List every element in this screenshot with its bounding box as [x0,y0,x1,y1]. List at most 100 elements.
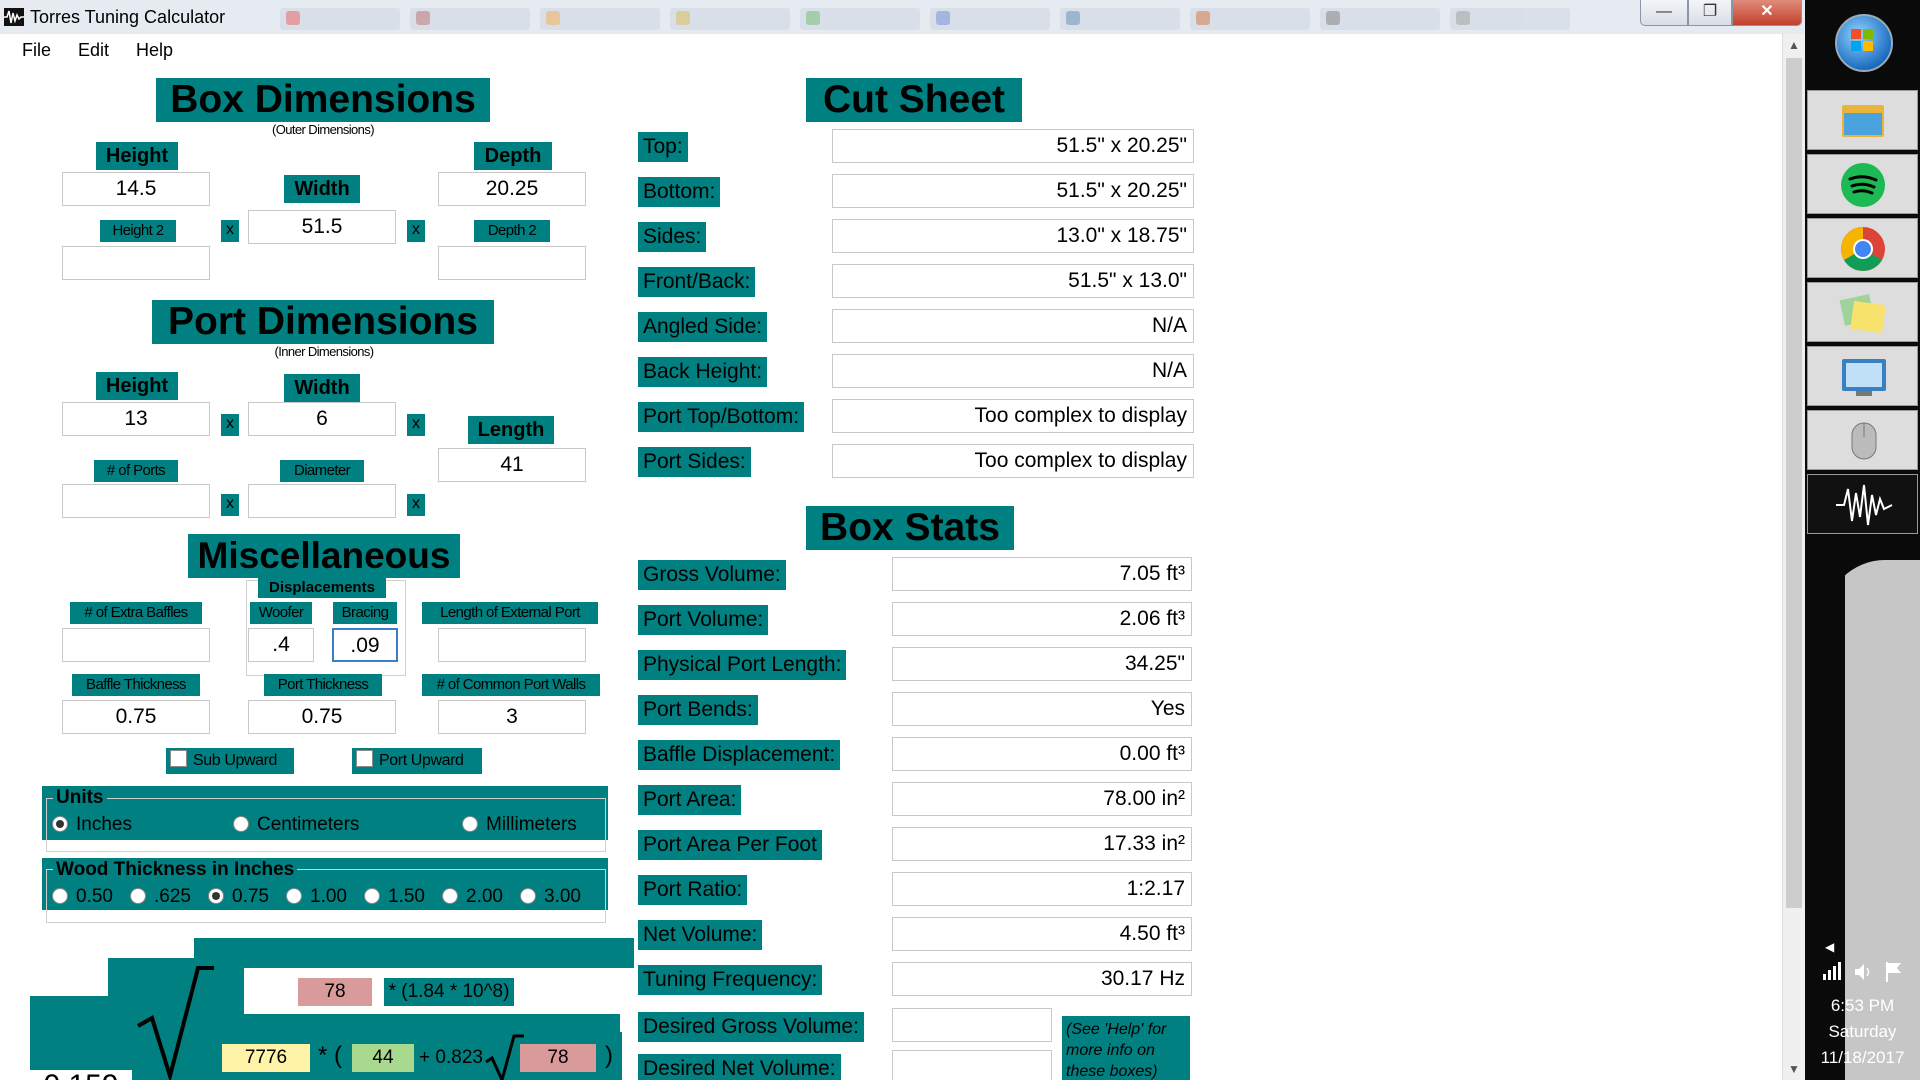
radio-wood-0-625[interactable]: .625 [130,886,191,908]
diameter-label: Diameter [280,460,364,482]
desired-net-volume-input[interactable] [892,1050,1052,1080]
menu-help[interactable]: Help [136,40,173,61]
woofer-displacement-input[interactable]: .4 [248,628,314,662]
minimize-button[interactable]: — [1640,0,1688,26]
stat-value-port-bends[interactable]: Yes [892,692,1192,726]
stat-value-baffle-displacement[interactable]: 0.00 ft³ [892,737,1192,771]
taskbar-sticky-notes[interactable] [1807,282,1918,342]
common-port-walls-input[interactable]: 3 [438,700,586,734]
taskbar-file-explorer[interactable] [1807,90,1918,150]
radio-button[interactable] [364,888,380,904]
radio-label: .625 [154,886,191,907]
cut-label-bottom: Bottom: [638,177,721,207]
radio-units-millimeters[interactable]: Millimeters [462,814,577,836]
number-of-ports-input[interactable] [62,484,210,518]
stat-value-port-ratio[interactable]: 1:2.17 [892,872,1192,906]
taskbar-control-panel[interactable] [1807,346,1918,406]
box-depth2-label: Depth 2 [474,220,550,242]
number-of-ports-label: # of Ports [94,460,178,482]
radio-button[interactable] [462,816,478,832]
taskbar-chrome[interactable] [1807,218,1918,278]
title-bar[interactable]: Torres Tuning Calculator — ❐ ✕ [0,0,1805,34]
times-sign: x [407,494,425,516]
checkbox-box[interactable] [170,750,187,767]
radio-wood-1-50[interactable]: 1.50 [364,886,425,908]
formula-correction-text: + 0.823 [419,1047,483,1068]
formula-denominator-text: * ( [318,1042,342,1069]
formula-close-paren: ) [605,1042,613,1069]
radio-button[interactable] [233,816,249,832]
radio-wood-0-75[interactable]: 0.75 [208,886,269,908]
file-explorer-icon [1842,105,1884,137]
radio-units-inches[interactable]: Inches [52,814,132,836]
stat-label-physical-port-length: Physical Port Length: [638,650,847,680]
port-height-input[interactable]: 13 [62,402,210,436]
restore-button[interactable]: ❐ [1688,0,1732,26]
cut-label-port-sides: Port Sides: [638,447,751,477]
diameter-input[interactable] [248,484,396,518]
radio-button[interactable] [520,888,536,904]
taskbar-spotify[interactable] [1807,154,1918,214]
clock-time[interactable]: 6:53 PM [1805,996,1920,1016]
close-button[interactable]: ✕ [1732,0,1802,26]
cut-value-bottom[interactable]: 51.5" x 20.25" [832,174,1194,208]
cut-value-front-back[interactable]: 51.5" x 13.0" [832,264,1194,298]
scroll-down-arrow-icon[interactable]: ▼ [1788,1062,1800,1076]
box-height-input[interactable]: 14.5 [62,172,210,206]
app-window: Torres Tuning Calculator — ❐ ✕ File Edit… [0,0,1805,1080]
box-height2-input[interactable] [62,246,210,280]
cut-value-back-height[interactable]: N/A [832,354,1194,388]
formula-port-area-value-2: 78 [520,1044,596,1072]
stat-value-tuning-frequency[interactable]: 30.17 Hz [892,962,1192,996]
radio-button-selected[interactable] [52,816,68,832]
cut-value-top[interactable]: 51.5" x 20.25" [832,129,1194,163]
start-orb-icon[interactable] [1835,14,1893,72]
box-depth2-input[interactable] [438,246,586,280]
cut-value-port-top-bottom[interactable]: Too complex to display [832,399,1194,433]
cut-label-sides: Sides: [638,222,707,252]
taskbar-mouse[interactable] [1807,410,1918,470]
radio-button[interactable] [286,888,302,904]
port-upward-checkbox[interactable]: Port Upward [352,748,482,774]
port-thickness-input[interactable]: 0.75 [248,700,396,734]
bracing-displacement-input[interactable]: .09 [332,628,398,662]
stat-value-port-area-per-foot[interactable]: 17.33 in² [892,827,1192,861]
stat-value-port-volume[interactable]: 2.06 ft³ [892,602,1192,636]
external-port-length-input[interactable] [438,628,586,662]
scrollbar-thumb[interactable] [1786,58,1802,908]
taskbar-audio-app[interactable] [1807,474,1918,534]
box-width-input[interactable]: 51.5 [248,210,396,244]
port-width-input[interactable]: 6 [248,402,396,436]
scroll-up-arrow-icon[interactable]: ▲ [1788,38,1800,52]
show-hidden-icons-chevron-icon[interactable]: ◀ [1825,940,1834,954]
radio-button[interactable] [52,888,68,904]
menu-file[interactable]: File [22,40,51,61]
stat-value-port-area[interactable]: 78.00 in² [892,782,1192,816]
square-root-icon [137,966,214,1080]
stat-value-gross-volume[interactable]: 7.05 ft³ [892,557,1192,591]
extra-baffles-input[interactable] [62,628,210,662]
bracing-label: Bracing [333,602,397,624]
cut-value-angled-side[interactable]: N/A [832,309,1194,343]
formula-port-area-value: 78 [298,978,372,1006]
menu-edit[interactable]: Edit [78,40,109,61]
cut-value-sides[interactable]: 13.0" x 18.75" [832,219,1194,253]
radio-button[interactable] [442,888,458,904]
desired-gross-volume-input[interactable] [892,1008,1052,1042]
radio-button-selected[interactable] [208,888,224,904]
box-depth-input[interactable]: 20.25 [438,172,586,206]
port-length-input[interactable]: 41 [438,448,586,482]
radio-units-centimeters[interactable]: Centimeters [233,814,359,836]
stat-value-net-volume[interactable]: 4.50 ft³ [892,917,1192,951]
radio-wood-1-00[interactable]: 1.00 [286,886,347,908]
radio-wood-2-00[interactable]: 2.00 [442,886,503,908]
radio-wood-3-00[interactable]: 3.00 [520,886,581,908]
checkbox-box[interactable] [356,750,373,767]
cut-value-port-sides[interactable]: Too complex to display [832,444,1194,478]
vertical-scrollbar[interactable]: ▲ ▼ [1782,34,1805,1080]
stat-value-physical-port-length[interactable]: 34.25" [892,647,1192,681]
radio-button[interactable] [130,888,146,904]
radio-wood-0-50[interactable]: 0.50 [52,886,113,908]
baffle-thickness-input[interactable]: 0.75 [62,700,210,734]
sub-upward-checkbox[interactable]: Sub Upward [166,748,294,774]
